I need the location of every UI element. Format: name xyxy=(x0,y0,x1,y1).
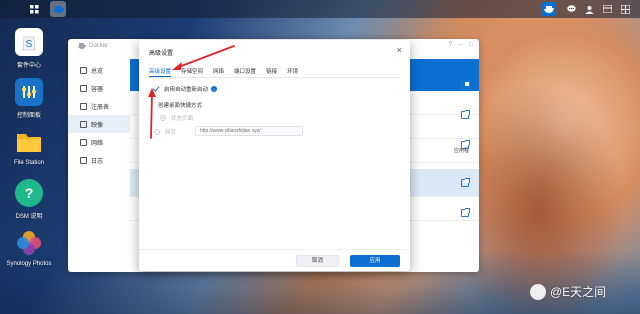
svg-text:?: ? xyxy=(25,185,34,201)
desktop-shortcut-section-label: 创建桌面快捷方式 xyxy=(158,103,203,109)
docker-whale-icon xyxy=(78,43,86,49)
desktop-icon-label: DSM 说明 xyxy=(15,214,43,220)
photos-flower-icon xyxy=(15,229,43,257)
desktop-icon-label: Synology Photos xyxy=(6,261,52,267)
auto-restart-row: 启用自动重新启动 i xyxy=(152,85,218,93)
sidebar-item-label: 总览 xyxy=(91,68,104,75)
network-icon xyxy=(80,138,87,146)
tab-advanced-settings[interactable]: 高级设置 xyxy=(149,65,172,77)
sidebar-item-overview[interactable]: 总览 xyxy=(68,61,130,79)
package-center-icon: S xyxy=(15,28,43,56)
control-panel-icon xyxy=(15,78,43,106)
maximize-icon[interactable]: □ xyxy=(469,42,473,48)
help-icon: ? xyxy=(15,179,43,207)
sidebar-item-label: 映像 xyxy=(91,122,104,129)
svg-text:S: S xyxy=(26,39,33,50)
webpage-radio[interactable] xyxy=(154,129,160,135)
status-page-label: 状态页面 xyxy=(171,116,194,122)
watermark: @E天之间 xyxy=(530,283,606,300)
widgets-icon[interactable] xyxy=(618,2,632,16)
docker-sidebar: 总览 容器 注册表 映像 网络 日志 xyxy=(68,61,130,169)
external-link-icon[interactable] xyxy=(461,208,470,217)
chat-icon[interactable] xyxy=(564,2,578,16)
tab-storage[interactable]: 存储空间 xyxy=(181,65,203,77)
taskbar-docker-indicator-icon[interactable] xyxy=(542,2,556,16)
watermark-logo-icon xyxy=(530,283,546,300)
cancel-button[interactable]: 取消 xyxy=(296,255,339,267)
container-icon xyxy=(80,84,87,92)
help-icon[interactable]: ? xyxy=(449,42,452,48)
tab-environment[interactable]: 环境 xyxy=(287,65,298,77)
sidebar-item-container[interactable]: 容器 xyxy=(68,79,130,97)
main-menu-button[interactable] xyxy=(26,1,42,17)
window-controls: ? – □ xyxy=(449,42,473,48)
desktop-icon-synology-photos[interactable]: Synology Photos xyxy=(0,229,58,267)
overview-icon xyxy=(80,66,87,74)
desktop-icon-package-center[interactable]: S 套件中心 xyxy=(0,28,58,69)
webpage-url-input[interactable] xyxy=(195,126,303,136)
status-page-radio[interactable] xyxy=(160,115,166,121)
minimize-icon[interactable]: – xyxy=(459,42,462,48)
grid-icon xyxy=(29,4,38,13)
dialog-footer: 取消 应用 xyxy=(139,249,410,271)
sidebar-item-network[interactable]: 网络 xyxy=(68,133,130,151)
dialog-title: 高级设置 xyxy=(149,51,174,57)
taskbar xyxy=(0,0,640,18)
taskbar-docker-button[interactable] xyxy=(50,1,66,17)
sidebar-item-image[interactable]: 映像 xyxy=(68,115,130,133)
sidebar-item-label: 容器 xyxy=(91,86,104,93)
sidebar-item-registry[interactable]: 注册表 xyxy=(68,97,130,115)
sidebar-item-label: 日志 xyxy=(91,158,104,165)
docker-window-title: Docker xyxy=(89,43,109,49)
info-icon[interactable]: i xyxy=(211,86,218,92)
row-note: 应用程 xyxy=(453,148,469,154)
external-link-icon[interactable] xyxy=(461,178,470,187)
auto-restart-label: 启用自动重新启动 xyxy=(164,87,209,93)
desktop-icon-label: 套件中心 xyxy=(16,63,41,69)
sidebar-item-label: 网络 xyxy=(91,140,104,147)
desktop-icon-dsm-help[interactable]: ? DSM 说明 xyxy=(0,179,58,220)
apply-button[interactable]: 应用 xyxy=(350,255,400,267)
options-icon[interactable] xyxy=(600,2,614,16)
sidebar-item-log[interactable]: 日志 xyxy=(68,151,130,169)
radio-webpage-row: 网页 xyxy=(154,128,176,136)
dialog-tabs: 高级设置 存储空间 网络 端口设置 链接 环境 xyxy=(149,65,400,78)
close-icon[interactable]: × xyxy=(397,45,402,55)
advanced-settings-dialog: 高级设置 × 高级设置 存储空间 网络 端口设置 链接 环境 启用自动重新启动 … xyxy=(139,40,410,271)
webpage-label: 网页 xyxy=(165,130,177,136)
external-link-icon[interactable] xyxy=(461,81,470,90)
registry-icon xyxy=(80,102,87,110)
sidebar-item-label: 注册表 xyxy=(91,104,110,111)
external-link-icon[interactable] xyxy=(461,110,470,119)
log-icon xyxy=(80,156,87,164)
image-icon xyxy=(80,120,87,128)
desktop-icon-label: File Station xyxy=(13,160,44,166)
tab-links[interactable]: 链接 xyxy=(266,65,277,77)
auto-restart-checkbox[interactable] xyxy=(152,86,159,93)
tab-port-settings[interactable]: 端口设置 xyxy=(234,65,256,77)
radio-status-page-row: 状态页面 xyxy=(160,114,193,122)
docker-whale-icon xyxy=(52,6,64,13)
desktop-icon-label: 控制面板 xyxy=(16,113,41,119)
desktop-icon-file-station[interactable]: File Station xyxy=(0,128,58,166)
desktop-icon-control-panel[interactable]: 控制面板 xyxy=(0,78,58,119)
folder-icon xyxy=(15,128,43,156)
watermark-text: @E天之间 xyxy=(550,285,607,299)
user-icon[interactable] xyxy=(582,2,596,16)
tab-network[interactable]: 网络 xyxy=(213,65,224,77)
